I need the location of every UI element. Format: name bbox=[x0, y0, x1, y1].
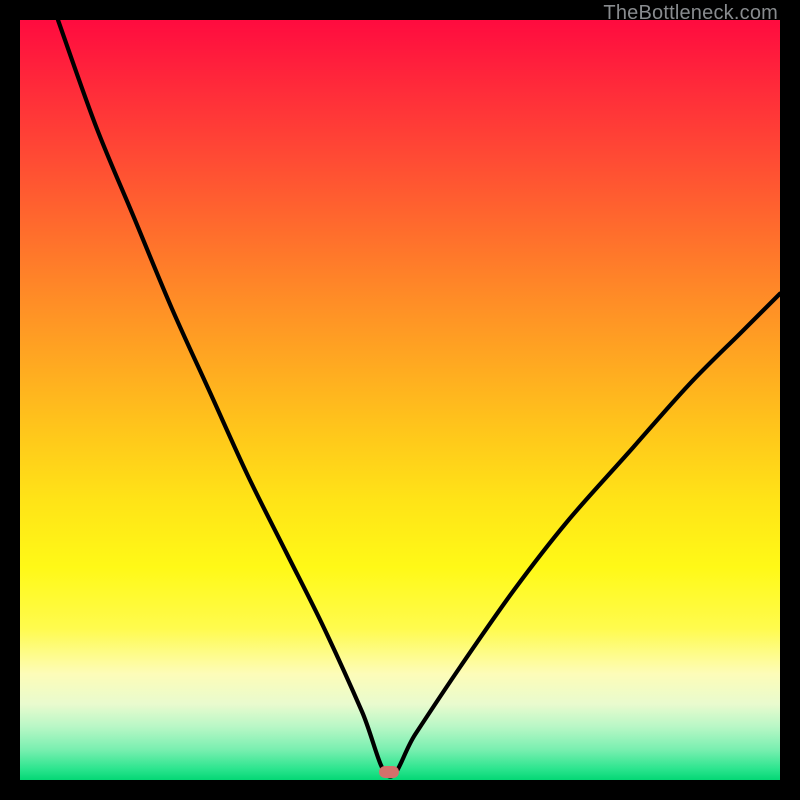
bottleneck-curve bbox=[20, 20, 780, 780]
chart-frame: TheBottleneck.com bbox=[0, 0, 800, 800]
minimum-marker bbox=[379, 766, 399, 778]
watermark-text: TheBottleneck.com bbox=[603, 2, 778, 25]
plot-area bbox=[20, 20, 780, 780]
